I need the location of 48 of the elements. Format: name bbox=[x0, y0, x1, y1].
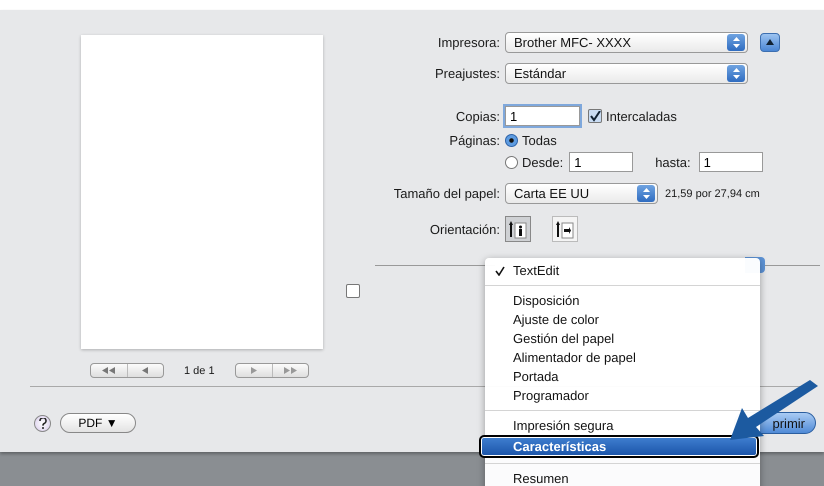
up-down-arrows-icon bbox=[732, 36, 740, 48]
header-footer-checkbox[interactable] bbox=[346, 284, 360, 298]
double-left-triangle-icon bbox=[102, 367, 116, 374]
pages-label: Páginas: bbox=[448, 132, 501, 148]
question-mark-icon bbox=[38, 418, 46, 428]
up-down-arrows-icon bbox=[732, 68, 740, 79]
paper-size-select[interactable]: Carta EE UU bbox=[505, 183, 658, 204]
copies-field[interactable]: 1 bbox=[505, 106, 580, 126]
page-indicator: 1 de 1 bbox=[184, 364, 215, 376]
up-down-arrows-icon bbox=[642, 188, 650, 199]
printer-select[interactable]: Brother MFC- XXXX bbox=[505, 32, 748, 52]
all-pages-label: Todas bbox=[522, 132, 557, 148]
menu-item[interactable]: Programador bbox=[485, 386, 760, 405]
double-right-triangle-icon bbox=[283, 367, 298, 374]
menu-item[interactable]: TextEdit bbox=[485, 261, 760, 280]
paper-dimensions: 21,59 por 27,94 cm bbox=[665, 188, 760, 200]
menu-item[interactable]: Portada bbox=[485, 367, 760, 386]
radio-button[interactable] bbox=[505, 134, 518, 146]
menu-item[interactable]: Disposición bbox=[485, 291, 760, 310]
collapse-button[interactable] bbox=[760, 32, 780, 52]
paper-size-label: Tamaño del papel: bbox=[392, 186, 501, 201]
landscape-page-icon bbox=[555, 219, 575, 239]
menu-item[interactable]: Ajuste de color bbox=[485, 310, 760, 329]
help-button[interactable] bbox=[34, 414, 51, 432]
orientation-label: Orientación: bbox=[428, 222, 501, 236]
menu-item[interactable]: Características bbox=[479, 435, 759, 458]
from-field[interactable]: 1 bbox=[569, 152, 634, 172]
to-field[interactable]: 1 bbox=[698, 152, 763, 172]
right-triangle-icon bbox=[250, 367, 258, 374]
portrait-button[interactable] bbox=[505, 216, 531, 242]
pdf-menu-button[interactable]: PDF ▼ bbox=[60, 413, 136, 433]
presets-select[interactable]: Estándar bbox=[505, 63, 748, 84]
from-label: Desde: bbox=[522, 154, 564, 170]
checkmark-icon bbox=[495, 266, 505, 276]
up-triangle-icon bbox=[766, 39, 774, 45]
menu-item[interactable]: Resumen bbox=[485, 469, 760, 486]
collate-checkbox[interactable] bbox=[588, 109, 602, 123]
printer-label: Impresora: bbox=[436, 34, 501, 50]
portrait-person-icon bbox=[508, 219, 528, 239]
presets-label: Preajustes: bbox=[434, 66, 501, 81]
menu-item[interactable]: Alimentador de papel bbox=[485, 348, 760, 367]
copies-label: Copias: bbox=[454, 108, 501, 124]
radio-button[interactable] bbox=[505, 156, 518, 168]
collate-label: Intercaladas bbox=[606, 108, 677, 124]
landscape-button[interactable] bbox=[552, 216, 578, 242]
left-triangle-icon bbox=[142, 367, 149, 374]
menu-item[interactable]: Gestión del papel bbox=[485, 329, 760, 348]
to-label: hasta: bbox=[655, 154, 691, 170]
